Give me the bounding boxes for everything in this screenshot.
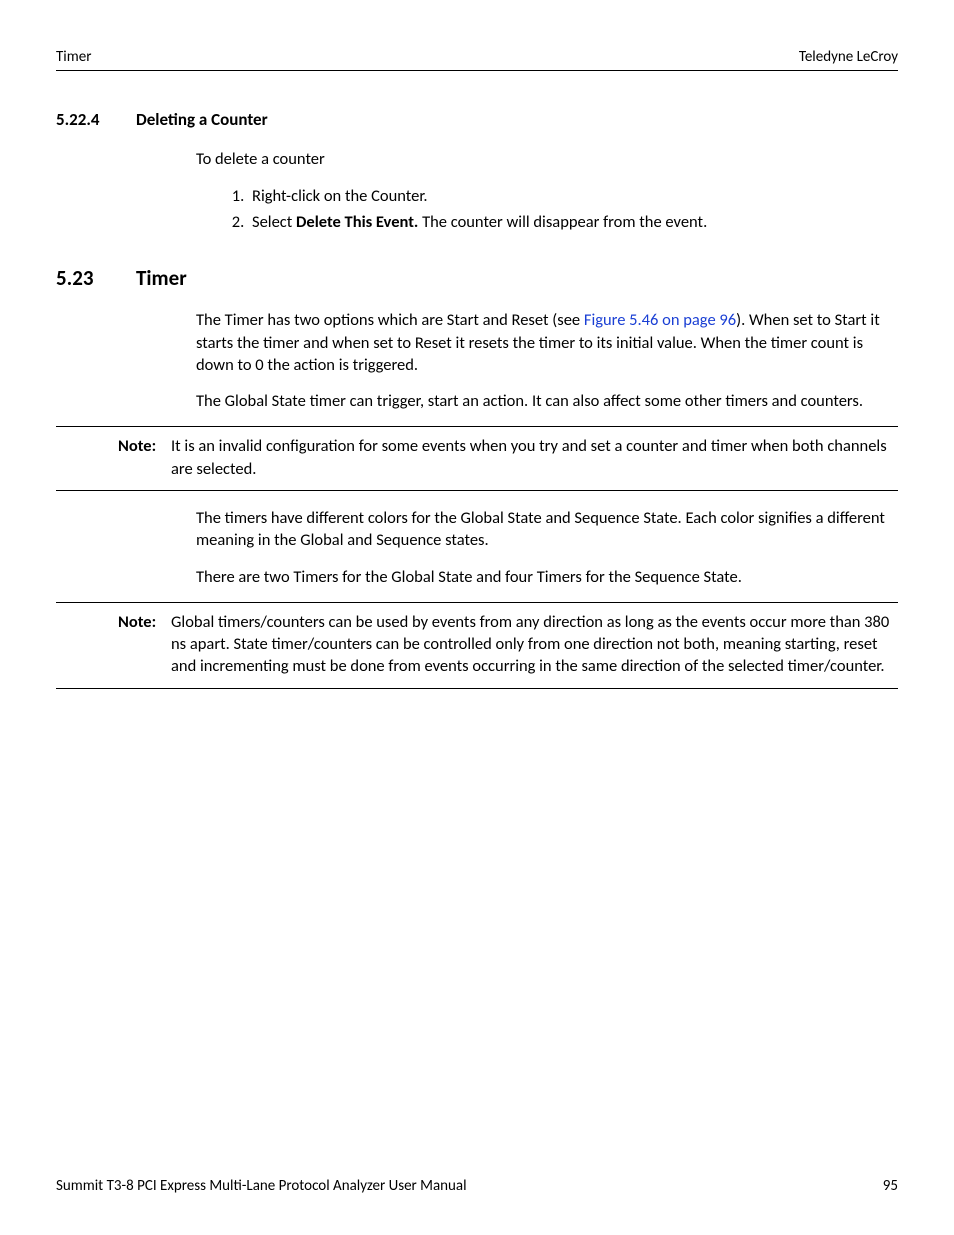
header-right: Teledyne LeCroy — [799, 48, 898, 66]
heading-5-23: 5.23 Timer — [56, 265, 898, 291]
body-5-23-cont: The timers have different colors for the… — [196, 507, 898, 588]
page-number: 95 — [883, 1177, 898, 1195]
note-label: Note: — [118, 611, 156, 633]
step-2: Select Delete This Event. The counter wi… — [248, 210, 898, 236]
header-left: Timer — [56, 48, 91, 66]
step-2-pre: Select — [252, 212, 296, 232]
note-text: Global timers/counters can be used by ev… — [171, 611, 898, 678]
step-1: Right-click on the Counter. — [248, 184, 898, 210]
figure-xref-link[interactable]: Figure 5.46 on page 96 — [584, 310, 736, 330]
body-5-22-4: To delete a counter — [196, 148, 898, 170]
paragraph-2: The Global State timer can trigger, star… — [196, 390, 898, 412]
running-footer: Summit T3-8 PCI Express Multi-Lane Proto… — [56, 1177, 898, 1195]
body-5-23: The Timer has two options which are Star… — [196, 309, 898, 412]
paragraph-1: The Timer has two options which are Star… — [196, 309, 898, 376]
step-2-bold: Delete This Event. — [296, 212, 418, 232]
note-text: It is an invalid configuration for some … — [171, 435, 898, 480]
footer-left: Summit T3-8 PCI Express Multi-Lane Proto… — [56, 1177, 467, 1195]
note-block-1: Note: It is an invalid configuration for… — [56, 426, 898, 491]
heading-title: Timer — [136, 265, 187, 291]
note-block-2: Note: Global timers/counters can be used… — [56, 602, 898, 689]
heading-number: 5.22.4 — [56, 109, 136, 130]
p1-pre: The Timer has two options which are Star… — [196, 310, 584, 330]
step-2-post: The counter will disappear from the even… — [418, 212, 707, 232]
heading-title: Deleting a Counter — [136, 109, 268, 130]
intro-text: To delete a counter — [196, 148, 898, 170]
running-header: Timer Teledyne LeCroy — [56, 48, 898, 71]
paragraph-4: There are two Timers for the Global Stat… — [196, 566, 898, 588]
paragraph-3: The timers have different colors for the… — [196, 507, 898, 552]
steps-list: Right-click on the Counter. Select Delet… — [226, 184, 898, 235]
heading-5-22-4: 5.22.4 Deleting a Counter — [56, 109, 898, 130]
heading-number: 5.23 — [56, 265, 136, 291]
note-label: Note: — [118, 435, 156, 457]
page-content: Timer Teledyne LeCroy 5.22.4 Deleting a … — [56, 48, 898, 1195]
